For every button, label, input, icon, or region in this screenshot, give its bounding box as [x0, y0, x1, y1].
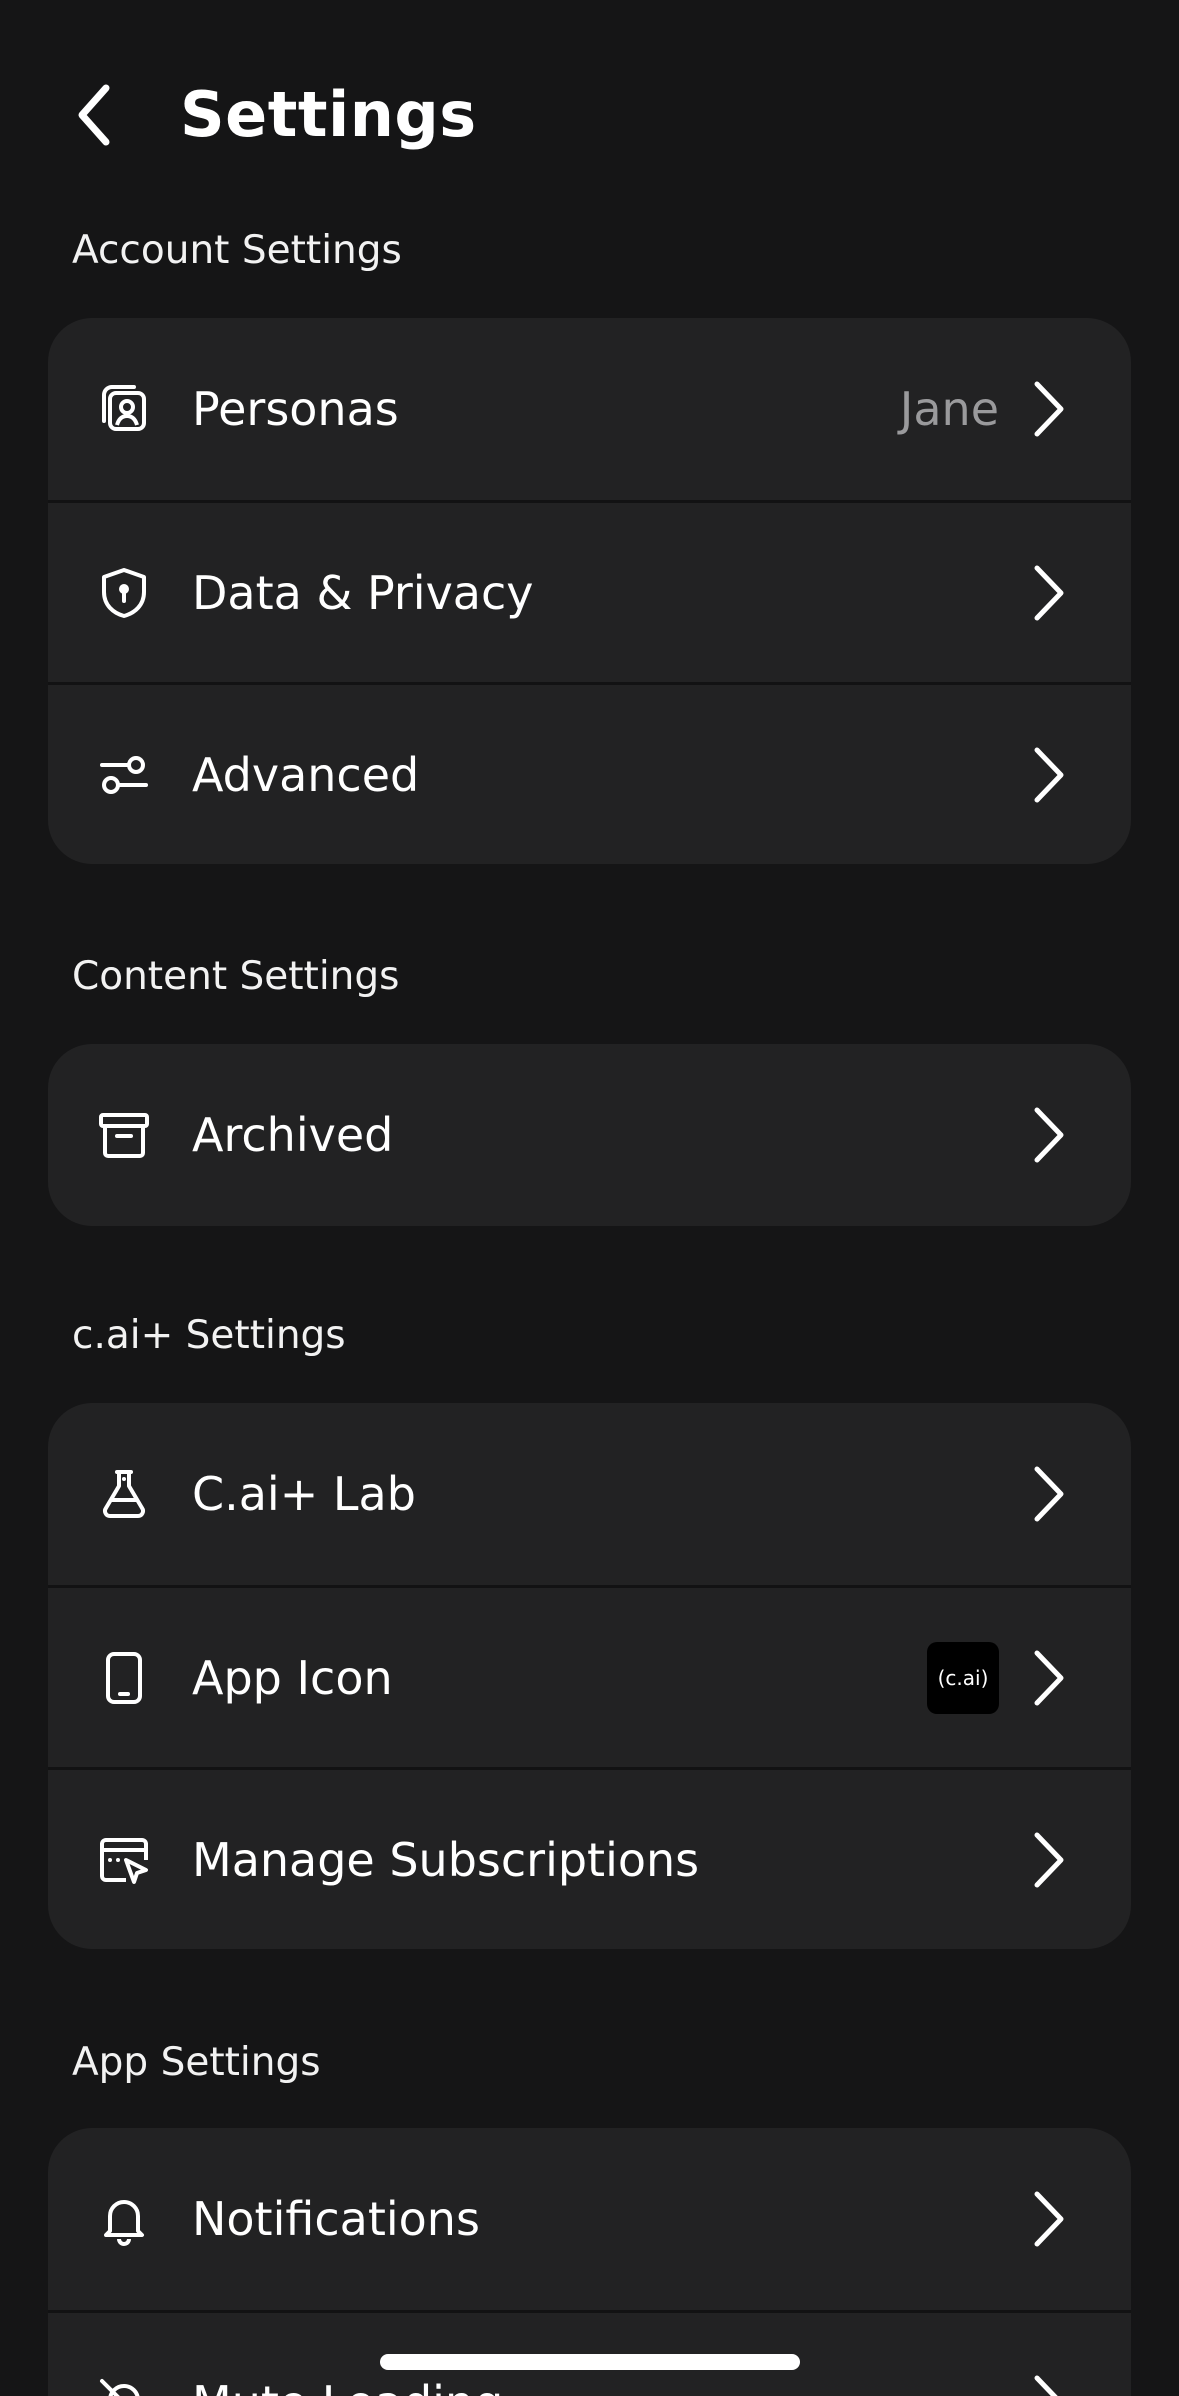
chevron-right-icon [1029, 1647, 1069, 1709]
settings-row-mute-loading[interactable]: Mute Loading [48, 2310, 1131, 2396]
row-label: Advanced [192, 747, 420, 802]
section-title-content: Content Settings [72, 954, 400, 999]
row-label: Mute Loading [192, 2376, 503, 2396]
mute-icon [96, 2375, 152, 2396]
cai-plus-settings-group: C.ai+ Lab App Icon (c.ai) Manage Subscri… [48, 1403, 1131, 1949]
archive-icon [96, 1107, 152, 1163]
settings-row-notifications[interactable]: Notifications [48, 2128, 1131, 2310]
flask-icon [96, 1466, 152, 1522]
account-settings-group: Personas Jane Data & Privacy Advanced [48, 318, 1131, 864]
settings-row-cai-lab[interactable]: C.ai+ Lab [48, 1403, 1131, 1585]
persona-value: Jane [899, 382, 999, 436]
chevron-right-icon [1029, 1104, 1069, 1166]
settings-row-data-privacy[interactable]: Data & Privacy [48, 500, 1131, 682]
content-settings-group: Archived [48, 1044, 1131, 1226]
chevron-right-icon [1029, 562, 1069, 624]
section-title-account: Account Settings [72, 228, 402, 273]
header: Settings [0, 70, 1179, 160]
chevron-right-icon [1029, 378, 1069, 440]
home-indicator[interactable] [380, 2354, 800, 2370]
row-label: Notifications [192, 2192, 480, 2246]
back-button[interactable] [62, 80, 132, 150]
row-label: Data & Privacy [192, 565, 534, 620]
section-title-app: App Settings [72, 2040, 321, 2085]
settings-screen: Settings Account Settings Personas Jane … [0, 0, 1179, 2396]
chevron-right-icon [1029, 2188, 1069, 2250]
row-label: Manage Subscriptions [192, 1832, 700, 1887]
settings-row-archived[interactable]: Archived [48, 1044, 1131, 1226]
row-label: App Icon [192, 1650, 393, 1705]
bell-icon [96, 2191, 152, 2247]
chevron-right-icon [1029, 1829, 1069, 1891]
shield-icon [96, 565, 152, 621]
sliders-icon [96, 747, 152, 803]
page-title: Settings [180, 78, 477, 151]
section-title-cai-plus: c.ai+ Settings [72, 1313, 346, 1358]
row-label: Archived [192, 1108, 394, 1162]
settings-row-app-icon[interactable]: App Icon (c.ai) [48, 1585, 1131, 1767]
chevron-right-icon [1029, 744, 1069, 806]
phone-icon [96, 1650, 152, 1706]
app-icon-preview: (c.ai) [927, 1641, 999, 1714]
settings-row-advanced[interactable]: Advanced [48, 682, 1131, 864]
settings-row-personas[interactable]: Personas Jane [48, 318, 1131, 500]
chevron-right-icon [1029, 2372, 1069, 2396]
personas-icon [96, 381, 152, 437]
settings-row-manage-subscriptions[interactable]: Manage Subscriptions [48, 1767, 1131, 1949]
chevron-right-icon [1029, 1463, 1069, 1525]
row-label: Personas [192, 382, 399, 436]
row-label: C.ai+ Lab [192, 1467, 416, 1521]
chevron-left-icon [78, 84, 110, 146]
subscription-icon [96, 1832, 152, 1888]
